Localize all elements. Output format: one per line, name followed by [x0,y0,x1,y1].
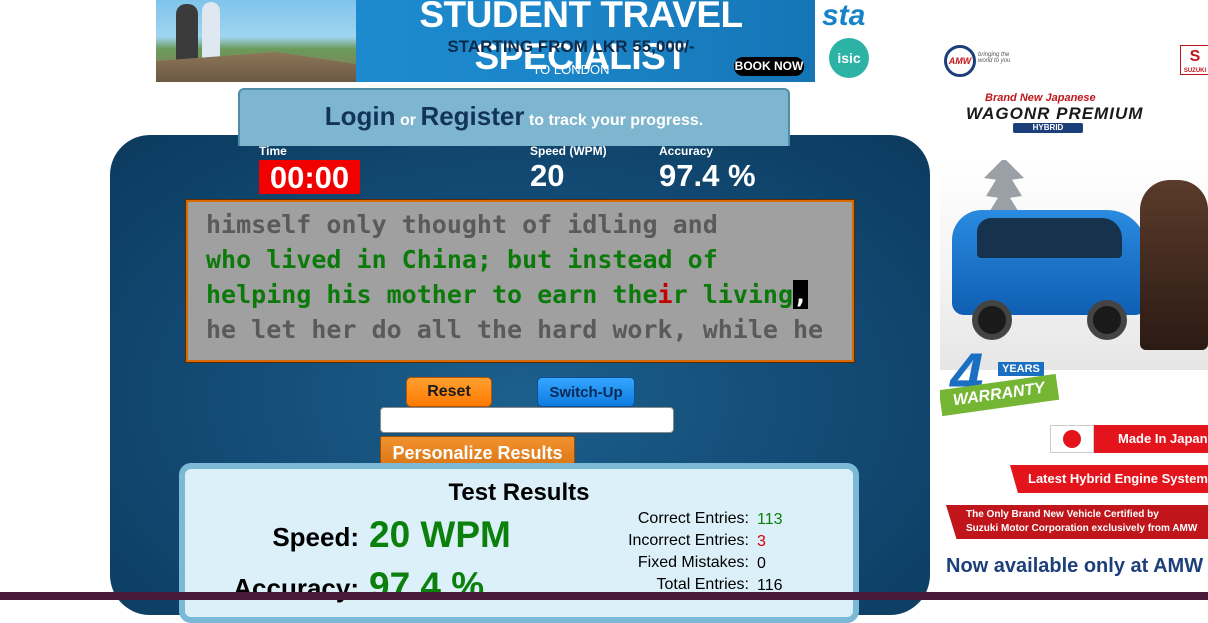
amw-logo: AMW [944,45,976,77]
or-text: or [399,112,416,129]
amw-tagline: bringing the world to you [978,52,1011,64]
model-name: WAGONR PREMIUM [966,104,1144,123]
typed-correct-text: helping his mother to earn the [206,280,658,309]
incorrect-entries-label: Incorrect Entries: [628,532,749,549]
ad-price: STARTING FROM LKR 55,000/- [447,37,695,56]
side-car-ad[interactable]: AMW bringing the world to you SUZUKI Bra… [940,40,1208,600]
result-speed-label: Speed: [272,522,359,552]
speed-label: Speed (WPM) [530,144,607,158]
text-line-upcoming: he let her do all the hard work, while h… [206,315,824,344]
hybrid-engine-banner: Latest Hybrid Engine System [1010,465,1208,493]
incorrect-entries-value: 3 [757,533,766,550]
warranty-badge: 4 YEARS WARRANTY [940,340,1060,435]
typed-correct-text: r living [672,280,794,309]
accuracy-value: 97.4 % [659,158,756,193]
speed-value: 20 [530,158,565,193]
speed-stat: Speed (WPM) 20 [530,144,607,194]
car-image [952,190,1147,340]
certified-line-2: Suzuki Motor Corporation exclusively fro… [966,523,1198,534]
samurai-image [1140,180,1208,350]
ad-photo [156,0,356,82]
fixed-mistakes-value: 0 [757,555,766,572]
book-now-button[interactable]: BOOK NOW [734,57,804,76]
sta-logo: sta [822,0,866,32]
ad-car-image [940,160,1208,370]
register-link[interactable]: Register [420,101,524,131]
isic-logo: isic [829,38,869,78]
time-label: Time [259,144,287,158]
login-register-bar: Login or Register to track your progress… [238,88,790,146]
fixed-mistakes-label: Fixed Mistakes: [637,554,749,571]
results-title: Test Results [448,479,590,506]
hybrid-badge: HYBRID [1013,123,1083,133]
text-line-typed: who lived in China; but instead of [206,245,718,274]
reset-button[interactable]: Reset [406,377,492,407]
correct-entries-label: Correct Entries: [637,510,749,527]
bottom-strip [0,592,1208,600]
certified-line-1: The Only Brand New Vehicle Certified by [966,509,1159,520]
certified-banner: The Only Brand New Vehicle Certified by … [946,505,1208,539]
japan-flag-icon [1050,425,1094,453]
correct-entries-value: 113 [757,511,783,528]
typed-error-char: i [657,280,673,309]
text-cursor: , [793,280,809,309]
time-value: 00:00 [259,160,360,195]
result-speed-value: 20 WPM [369,514,511,555]
ad-destination: TO LONDON [532,62,610,77]
available-text: Now available only at AMW [946,555,1204,577]
track-progress-text: to track your progress. [528,112,704,129]
accuracy-stat: Accuracy 97.4 % [659,144,756,194]
suzuki-logo: SUZUKI [1180,40,1208,82]
warranty-years: YEARS [998,362,1044,376]
result-accuracy-value: 97.4 % [369,565,485,606]
text-line-upcoming: himself only thought of idling and [206,210,718,239]
accuracy-label: Accuracy [659,144,714,158]
login-link[interactable]: Login [325,101,396,131]
top-banner-ad[interactable]: STUDENT TRAVEL SPECIALIST STARTING FROM … [156,0,815,82]
switch-up-button[interactable]: Switch-Up [537,377,635,407]
traveler-figure [202,2,220,64]
brand-new-text: Brand New Japanese [985,92,1096,104]
text-line-current: helping his mother to earn their living, [206,280,809,309]
made-in-japan-badge: Made In Japan [1050,425,1208,453]
time-stat: Time [259,144,287,158]
traveler-figure [176,4,198,64]
typing-input[interactable] [380,407,674,433]
made-in-japan-text: Made In Japan [1118,431,1208,446]
typing-text-box[interactable]: himself only thought of idling and who l… [185,199,855,363]
